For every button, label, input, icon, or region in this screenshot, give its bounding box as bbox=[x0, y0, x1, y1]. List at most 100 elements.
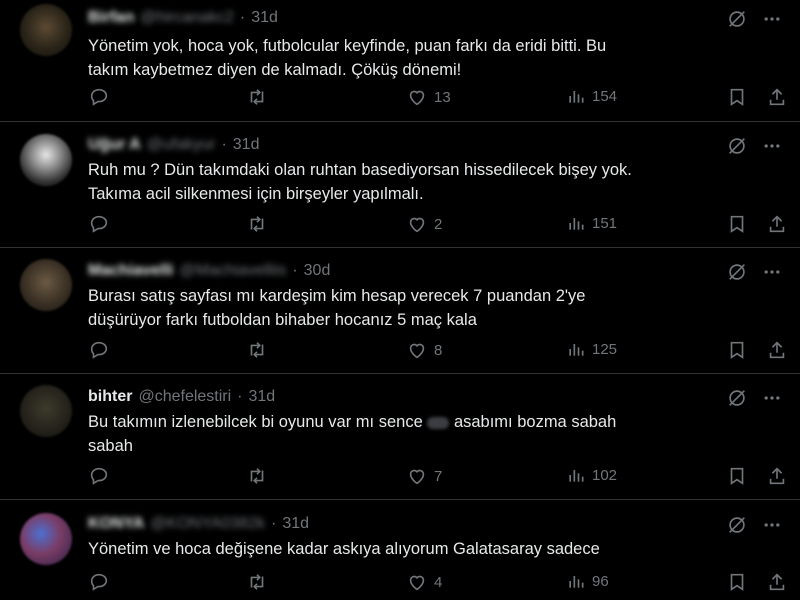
bookmark-button[interactable] bbox=[726, 571, 748, 593]
tweet[interactable]: Birfan @hircanakc2 · 31d Yönetim yok, ho… bbox=[0, 0, 800, 122]
bookmark-icon bbox=[726, 339, 748, 361]
views-icon bbox=[566, 339, 586, 359]
like-icon bbox=[406, 465, 428, 487]
display-name[interactable]: bihter bbox=[88, 388, 132, 406]
share-button[interactable] bbox=[766, 213, 788, 235]
views-count: 154 bbox=[592, 87, 618, 105]
timestamp[interactable]: 31d bbox=[282, 515, 309, 533]
tweet-header: Uğur A @ufakyur · 31d bbox=[88, 134, 259, 156]
grok-icon[interactable] bbox=[726, 261, 748, 283]
share-button[interactable] bbox=[766, 465, 788, 487]
grok-icon[interactable] bbox=[726, 387, 748, 409]
views-button[interactable]: 96 bbox=[566, 571, 609, 591]
tweet-text-line: Yönetim yok, hoca yok, futbolcular keyfi… bbox=[88, 37, 607, 55]
action-bar: 4 96 bbox=[86, 571, 786, 593]
like-button[interactable]: 8 bbox=[406, 339, 442, 361]
more-icon[interactable] bbox=[762, 388, 782, 408]
retweet-button[interactable] bbox=[246, 465, 268, 487]
tweet[interactable]: bihter @chefelestiri · 31d Bu takımın iz… bbox=[0, 374, 800, 500]
share-button[interactable] bbox=[766, 339, 788, 361]
reply-icon bbox=[88, 465, 110, 487]
tweet-text-line: Burası satış sayfası mı kardeşim kim hes… bbox=[88, 287, 586, 305]
avatar[interactable] bbox=[20, 385, 72, 437]
timestamp[interactable]: 31d bbox=[233, 136, 260, 154]
views-button[interactable]: 125 bbox=[566, 339, 617, 359]
views-button[interactable]: 154 bbox=[566, 86, 617, 106]
timestamp[interactable]: 30d bbox=[304, 262, 331, 280]
action-bar: 2 151 bbox=[86, 213, 786, 235]
display-name[interactable]: KONYA bbox=[88, 515, 144, 533]
reply-icon bbox=[88, 339, 110, 361]
grok-icon[interactable] bbox=[726, 135, 748, 157]
reply-button[interactable] bbox=[88, 86, 110, 108]
tweet-header: Birfan @hircanakc2 · 31d bbox=[88, 7, 278, 29]
like-count: 2 bbox=[434, 215, 443, 233]
bookmark-button[interactable] bbox=[726, 339, 748, 361]
action-bar: 7 102 bbox=[86, 465, 786, 487]
views-button[interactable]: 151 bbox=[566, 213, 617, 233]
tweet-header: KONYA @KONYA0382k · 31d bbox=[88, 513, 309, 535]
retweet-icon bbox=[246, 213, 268, 235]
avatar[interactable] bbox=[20, 4, 72, 56]
bookmark-button[interactable] bbox=[726, 465, 748, 487]
reply-button[interactable] bbox=[88, 465, 110, 487]
like-button[interactable]: 2 bbox=[406, 213, 442, 235]
avatar[interactable] bbox=[20, 513, 72, 565]
tweet[interactable]: Machiavelli @Machiavelliis · 30d Burası … bbox=[0, 248, 800, 374]
like-button[interactable]: 4 bbox=[406, 571, 442, 593]
like-icon bbox=[406, 571, 428, 593]
user-handle[interactable]: @chefelestiri bbox=[138, 388, 231, 406]
views-count: 151 bbox=[592, 214, 618, 232]
user-handle[interactable]: @hircanakc2 bbox=[140, 9, 234, 27]
avatar[interactable] bbox=[20, 259, 72, 311]
more-icon[interactable] bbox=[762, 515, 782, 535]
reply-button[interactable] bbox=[88, 571, 110, 593]
separator-dot: · bbox=[237, 388, 243, 405]
retweet-button[interactable] bbox=[246, 86, 268, 108]
tweet[interactable]: Uğur A @ufakyur · 31d Ruh mu ? Dün takım… bbox=[0, 122, 800, 248]
more-icon[interactable] bbox=[762, 136, 782, 156]
grok-icon[interactable] bbox=[726, 8, 748, 30]
tweet-header: bihter @chefelestiri · 31d bbox=[88, 386, 275, 408]
tweet[interactable]: KONYA @KONYA0382k · 31d Yönetim ve hoca … bbox=[0, 500, 800, 600]
tweet-text-segment: asabımı bozma sabah bbox=[453, 413, 617, 431]
views-button[interactable]: 102 bbox=[566, 465, 617, 485]
retweet-button[interactable] bbox=[246, 571, 268, 593]
grok-icon[interactable] bbox=[726, 514, 748, 536]
views-icon bbox=[566, 213, 586, 233]
reply-button[interactable] bbox=[88, 339, 110, 361]
like-button[interactable]: 13 bbox=[406, 86, 451, 108]
tweet-text: Ruh mu ? Dün takımdaki olan ruhtan based… bbox=[88, 158, 768, 206]
reply-button[interactable] bbox=[88, 213, 110, 235]
tweet-top-icons bbox=[726, 8, 782, 30]
share-button[interactable] bbox=[766, 86, 788, 108]
like-button[interactable]: 7 bbox=[406, 465, 442, 487]
more-icon[interactable] bbox=[762, 9, 782, 29]
retweet-icon bbox=[246, 86, 268, 108]
timestamp[interactable]: 31d bbox=[249, 388, 276, 406]
display-name[interactable]: Uğur A bbox=[88, 136, 141, 154]
display-name[interactable]: Birfan bbox=[88, 9, 134, 27]
share-icon bbox=[766, 339, 788, 361]
display-name[interactable]: Machiavelli bbox=[88, 262, 173, 280]
retweet-icon bbox=[246, 339, 268, 361]
timestamp[interactable]: 31d bbox=[251, 9, 278, 27]
like-icon bbox=[406, 86, 428, 108]
views-icon bbox=[566, 571, 586, 591]
separator-dot: · bbox=[239, 9, 246, 26]
bookmark-button[interactable] bbox=[726, 86, 748, 108]
tweet-top-icons bbox=[726, 135, 782, 157]
tweet-text-line: Bu takımın izlenebilcek bi oyunu var mı … bbox=[88, 410, 768, 434]
user-handle[interactable]: @KONYA0382k bbox=[150, 515, 265, 533]
retweet-button[interactable] bbox=[246, 339, 268, 361]
retweet-button[interactable] bbox=[246, 213, 268, 235]
like-icon bbox=[406, 213, 428, 235]
bookmark-icon bbox=[726, 86, 748, 108]
bookmark-button[interactable] bbox=[726, 213, 748, 235]
user-handle[interactable]: @Machiavelliis bbox=[179, 262, 286, 280]
more-icon[interactable] bbox=[762, 262, 782, 282]
avatar[interactable] bbox=[20, 134, 72, 186]
action-bar: 8 125 bbox=[86, 339, 786, 361]
user-handle[interactable]: @ufakyur bbox=[147, 136, 216, 154]
share-button[interactable] bbox=[766, 571, 788, 593]
